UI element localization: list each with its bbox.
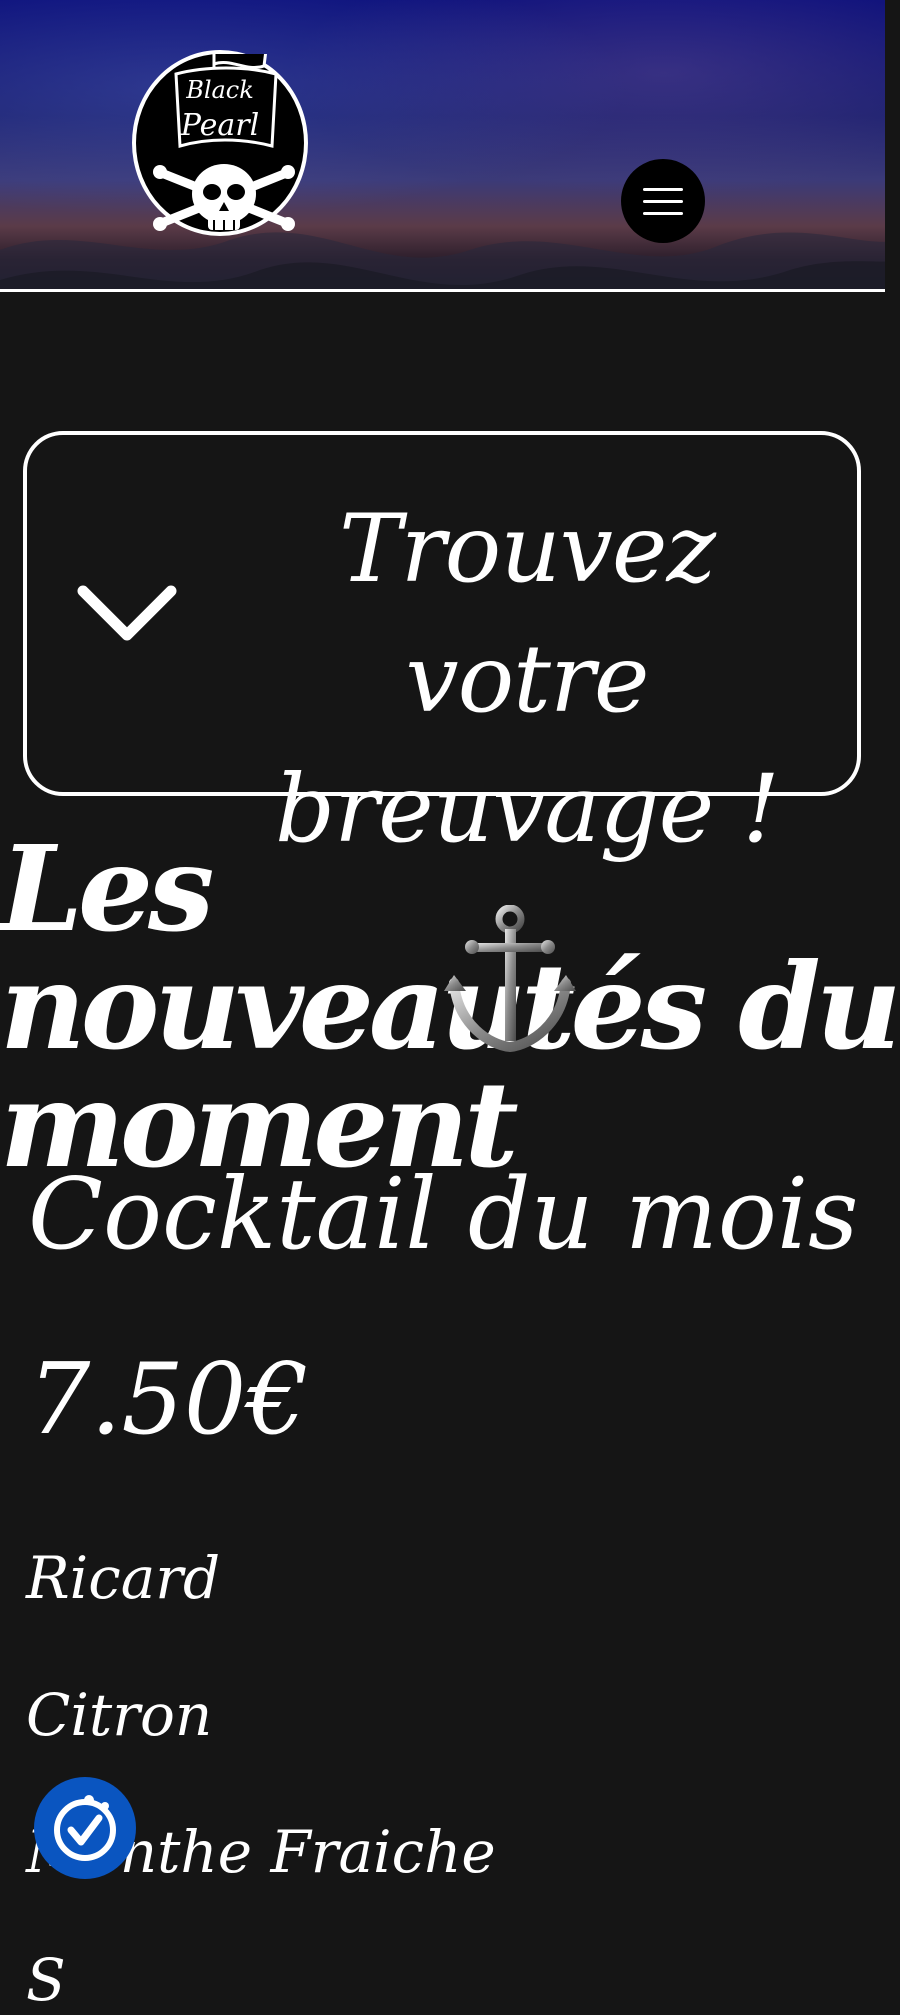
ingredient-item: Ricard — [26, 1544, 221, 1612]
hamburger-menu-icon — [643, 187, 683, 191]
find-drink-dropdown[interactable]: Trouvez votre breuvage ! — [23, 431, 861, 864]
menu-button[interactable] — [621, 159, 705, 243]
anchor-icon — [444, 905, 576, 1053]
chevron-down-icon — [77, 585, 177, 641]
ingredient-item: S — [26, 1946, 66, 2014]
find-drink-title: Trouvez votre breuvage ! — [227, 485, 827, 875]
hamburger-menu-icon — [643, 211, 683, 215]
cocktail-title: Cocktail du mois — [28, 1158, 859, 1272]
black-pearl-logo[interactable]: Black Pearl — [132, 50, 308, 236]
hamburger-menu-icon — [643, 199, 683, 203]
site-header: Black Pearl — [0, 0, 885, 290]
header-waves — [0, 232, 885, 290]
header-divider — [0, 289, 885, 292]
find-drink-title-line1: Trouvez votre — [338, 495, 716, 734]
accessibility-button[interactable] — [34, 1777, 136, 1879]
cocktail-price: 7.50€ — [28, 1343, 309, 1457]
logo-text-pearl: Pearl — [180, 108, 260, 143]
accessibility-icon — [54, 1795, 116, 1861]
ingredient-item: Citron — [26, 1681, 213, 1749]
logo-text-black: Black — [186, 76, 254, 104]
